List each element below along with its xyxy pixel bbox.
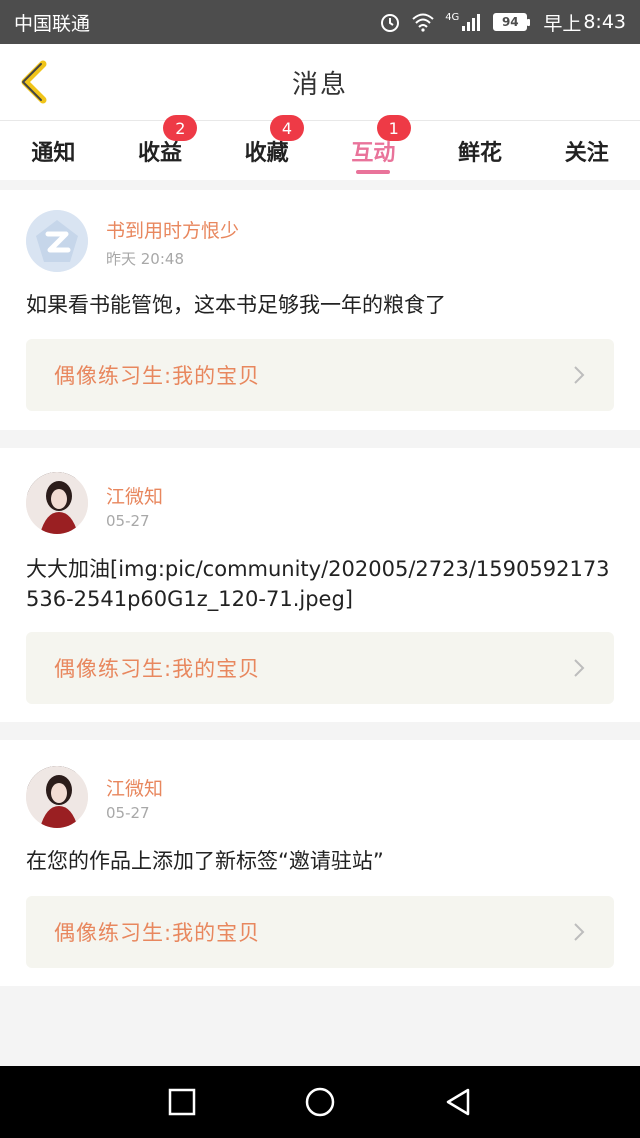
message-content: 大大加油[img:pic/community/202005/2723/15905… xyxy=(26,557,610,611)
timestamp: 昨天 20:48 xyxy=(106,250,184,268)
book-title: 偶像练习生:我的宝贝 xyxy=(54,921,261,945)
message-card: 江微知 05-27 大大加油[img:pic/community/202005/… xyxy=(0,448,640,722)
username[interactable]: 江微知 xyxy=(106,774,163,801)
signal-icon xyxy=(461,12,483,32)
timestamp: 05-27 xyxy=(106,512,150,530)
message-content: 在您的作品上添加了新标签“邀请驻站” xyxy=(26,849,384,873)
avatar[interactable] xyxy=(26,210,88,272)
unread-badge: 4 xyxy=(270,115,305,141)
avatar[interactable] xyxy=(26,472,88,534)
alarm-icon xyxy=(379,11,401,33)
clock-time: 8:43 xyxy=(583,11,626,33)
battery-level: 94 xyxy=(493,13,531,31)
tab-label: 通知 xyxy=(31,140,76,166)
chevron-left-icon xyxy=(21,60,47,104)
avatar[interactable] xyxy=(26,766,88,828)
status-bar: 中国联通 4G 94 早上 8:43 xyxy=(0,0,640,44)
wifi-icon xyxy=(411,12,435,32)
unread-badge: 2 xyxy=(163,115,198,141)
chevron-right-icon xyxy=(574,659,585,677)
username[interactable]: 江微知 xyxy=(106,482,163,509)
tab-label: 鲜花 xyxy=(458,140,503,166)
book-link[interactable]: 偶像练习生:我的宝贝 xyxy=(26,896,614,968)
book-link[interactable]: 偶像练习生:我的宝贝 xyxy=(26,632,614,704)
book-title: 偶像练习生:我的宝贝 xyxy=(54,657,261,681)
book-link[interactable]: 偶像练习生:我的宝贝 xyxy=(26,339,614,411)
network-type: 4G xyxy=(445,11,460,23)
chevron-right-icon xyxy=(574,923,585,941)
book-title: 偶像练习生:我的宝贝 xyxy=(54,364,261,388)
chevron-right-icon xyxy=(574,366,585,384)
home-icon[interactable] xyxy=(304,1086,336,1118)
username[interactable]: 书到用时方恨少 xyxy=(106,216,239,243)
user-photo-avatar-icon xyxy=(26,766,88,828)
active-tab-indicator xyxy=(356,170,391,174)
system-nav-bar xyxy=(0,1066,640,1138)
tab-interaction[interactable]: 互动 1 xyxy=(320,115,427,180)
timestamp: 05-27 xyxy=(106,804,150,822)
tab-flowers[interactable]: 鲜花 xyxy=(427,121,534,180)
clock-prefix: 早上 xyxy=(543,12,582,35)
tab-bar: 通知 收益 2 收藏 4 互动 1 鲜花 关注 xyxy=(0,115,640,180)
header: 消息 xyxy=(0,44,640,120)
back-nav-icon[interactable] xyxy=(444,1087,472,1117)
message-card: 江微知 05-27 在您的作品上添加了新标签“邀请驻站” 偶像练习生:我的宝贝 xyxy=(0,740,640,986)
tab-follow[interactable]: 关注 xyxy=(533,121,640,180)
qq-avatar-icon xyxy=(26,210,88,272)
message-content: 如果看书能管饱，这本书足够我一年的粮食了 xyxy=(26,293,446,317)
recent-apps-icon[interactable] xyxy=(168,1088,196,1116)
carrier-name: 中国联通 xyxy=(14,12,91,35)
unread-badge: 1 xyxy=(376,115,411,141)
back-button[interactable] xyxy=(14,58,54,106)
tab-label: 关注 xyxy=(564,140,609,166)
user-photo-avatar-icon xyxy=(26,472,88,534)
message-card: 书到用时方恨少 昨天 20:48 如果看书能管饱，这本书足够我一年的粮食了 偶像… xyxy=(0,190,640,430)
tab-favorites[interactable]: 收藏 4 xyxy=(213,115,320,180)
tab-earnings[interactable]: 收益 2 xyxy=(107,115,214,180)
page-title: 消息 xyxy=(291,69,348,100)
tab-notice[interactable]: 通知 xyxy=(0,121,107,180)
